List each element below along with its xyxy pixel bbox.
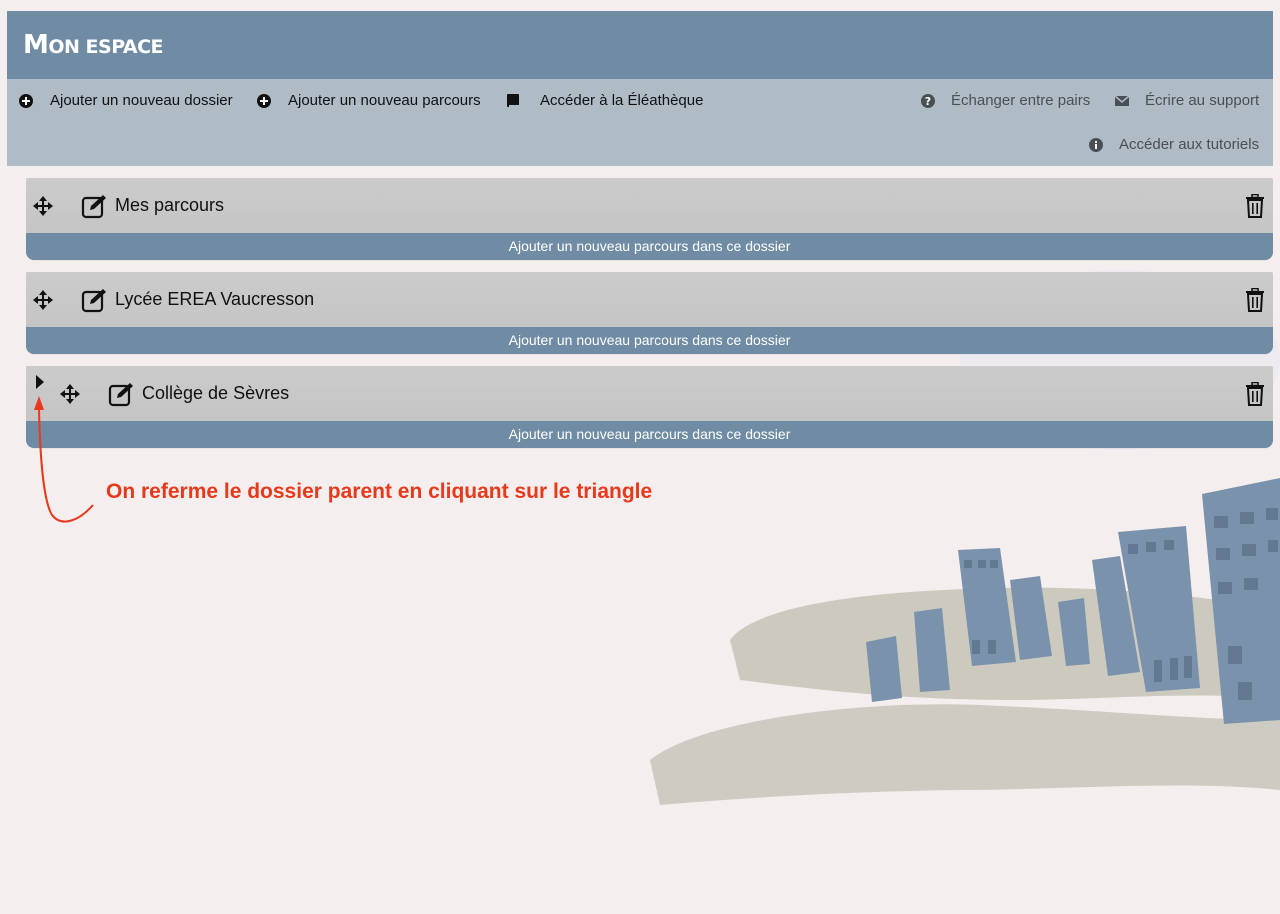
annotation-text: On referme le dossier parent en cliquant… bbox=[106, 480, 653, 503]
annotation-arrow bbox=[34, 396, 94, 523]
